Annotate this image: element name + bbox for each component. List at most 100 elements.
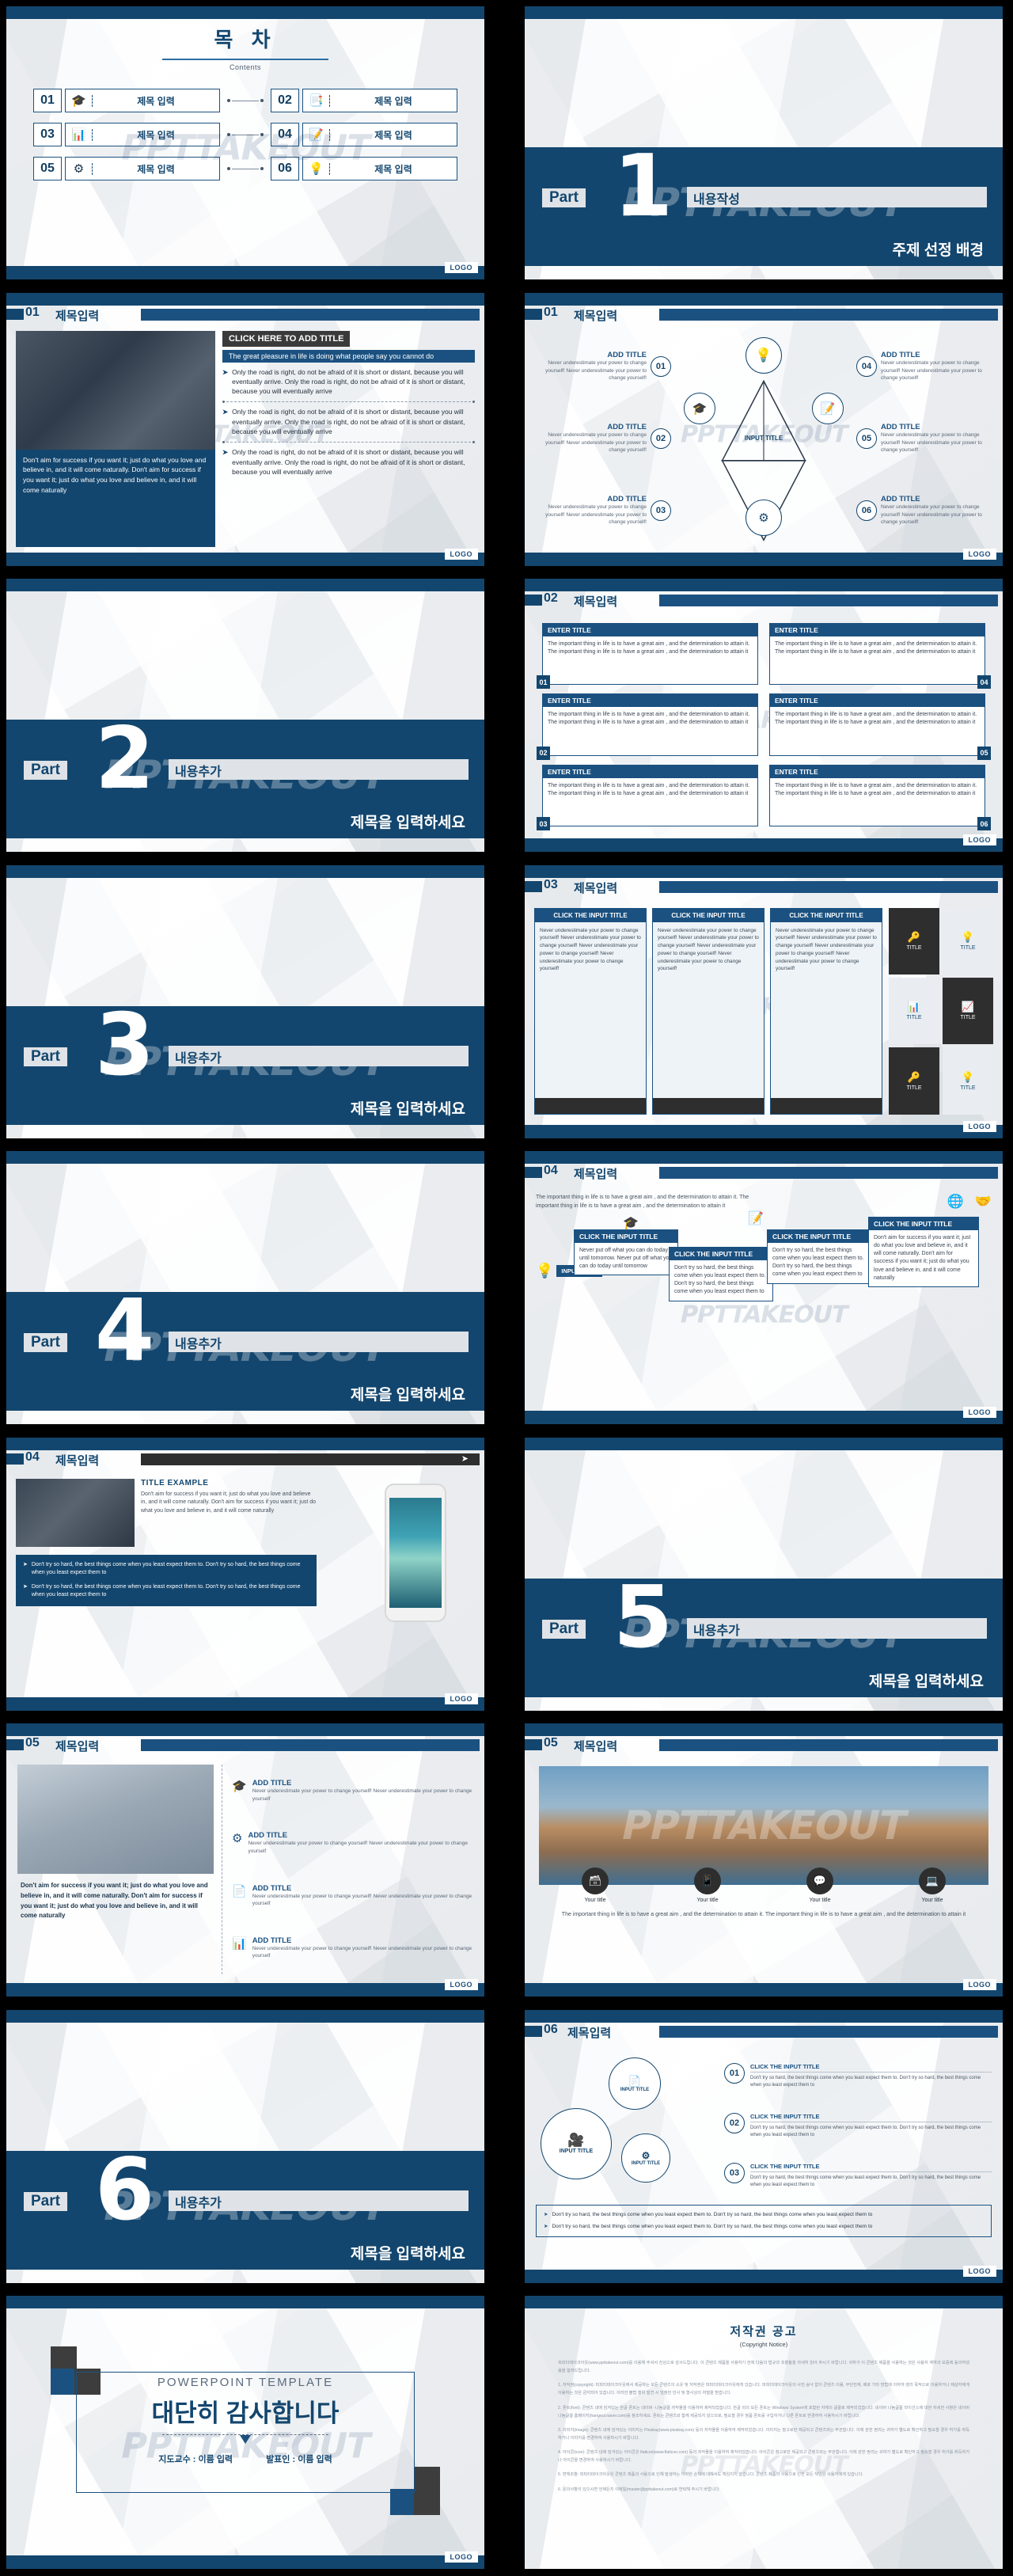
slide-03-columns[interactable]: PPTTAKEOUT 03 제목입력 CLICK THE INPUT TITLE… <box>522 861 1006 1142</box>
node-number: 02 <box>651 427 671 449</box>
slide-04-steps[interactable]: PPTTAKEOUT 04 제목입력 The important thing i… <box>522 1148 1006 1427</box>
chart-icon: 📈 <box>961 1001 975 1013</box>
row-02[interactable]: 02 CLICK THE INPUT TITLE Don't try so har… <box>724 2112 992 2139</box>
toc-item-01[interactable]: 01 🎓 제목 입력 <box>33 89 220 112</box>
connector-dots <box>220 167 271 170</box>
toc-item-03[interactable]: 03 📊 제목 입력 <box>33 123 220 146</box>
box-body: The important thing in life is to have a… <box>548 712 750 726</box>
slide-copyright[interactable]: PPTTAKEOUT 저작권 공고 (Copyright Notice) 피피티… <box>522 2293 1006 2572</box>
info-box-04[interactable]: ENTER TITLE The important thing in life … <box>769 623 991 690</box>
toc-item-04[interactable]: 04 📝 제목 입력 <box>271 123 457 146</box>
box-body: The important thing in life is to have a… <box>548 641 750 655</box>
slide-02-boxes[interactable]: PPTTAKEOUT 02 제목입력 ENTER TITLE The impor… <box>522 576 1006 855</box>
copyright-paragraph: 2. 폰트(font): 콘텐츠 내에 담겨있는 한글 폰트는 네이버 -나눔글… <box>558 2405 969 2418</box>
part-number: 6 <box>95 2140 155 2240</box>
slide-part-4[interactable]: PPTTAKEOUT Part 4 내용추가 제목을 입력하세요 <box>3 1148 488 1427</box>
feature-item-4[interactable]: 📊 ADD TITLE Never underestimate your powe… <box>232 1936 473 1960</box>
feature-item-2[interactable]: ⚙ ADD TITLE Never underestimate your powe… <box>232 1831 473 1855</box>
slide-thanks[interactable]: PPTTAKEOUT POWERPOINT TEMPLATE 대단히 감사합니다… <box>3 2293 488 2572</box>
toc-item-06[interactable]: 06 💡 제목 입력 <box>271 157 457 180</box>
bullet-marker-icon: ➤ <box>544 2223 548 2229</box>
tile-5[interactable]: 🔑 TITLE <box>889 1047 939 1115</box>
row-03[interactable]: 03 CLICK THE INPUT TITLE Don't try so har… <box>724 2163 992 2189</box>
step-box-3[interactable]: CLICK THE INPUT TITLE Don't try so hard,… <box>767 1229 871 1284</box>
part-subtitle: 제목을 입력하세요 <box>350 815 465 831</box>
tile-2[interactable]: 💡 TITLE <box>943 907 993 975</box>
slide-01-diagram[interactable]: PPTTAKEOUT 01 제목입력 ADD TITLE Never undere… <box>522 289 1006 569</box>
toc-item-05[interactable]: 05 ⚙ 제목 입력 <box>33 157 220 180</box>
photo-card[interactable]: Don't aim for success if you want it; ju… <box>16 330 215 547</box>
icon-item-3[interactable]: 💬 Your title <box>806 1867 833 1903</box>
tile-3[interactable]: 📊 TITLE <box>889 977 939 1045</box>
photo-card[interactable]: Don't aim for success if you want it; ju… <box>17 1765 214 1974</box>
header-bar <box>659 595 998 606</box>
icon-item-2[interactable]: 📱 Your title <box>694 1867 721 1903</box>
node-04[interactable]: 04 ADD TITLE Never underestimate your pow… <box>856 351 995 382</box>
slide-cell: PPTTAKEOUT 저작권 공고 (Copyright Notice) 피피티… <box>488 2289 1013 2576</box>
slide-part-5[interactable]: PPTTAKEOUT Part 5 내용추가 제목을 입력하세요 <box>522 1434 1006 1714</box>
circle-1[interactable]: 📄 INPUT TITLE <box>609 2057 661 2110</box>
column-card-2[interactable]: CLICK THE INPUT TITLE Never underestimat… <box>652 907 764 1115</box>
slide-06-circles[interactable]: 06 제목입력 🎥 INPUT TITLE 📄 INPUT TITLE ⚙ IN… <box>522 2006 1006 2286</box>
tile-6[interactable]: 💡 TITLE <box>943 1047 993 1115</box>
logo: LOGO <box>444 1979 478 1990</box>
header-tab <box>6 1453 24 1465</box>
icon-item-4[interactable]: 💻 Your title <box>919 1867 946 1903</box>
box-body: The important thing in life is to have a… <box>775 712 977 726</box>
slide-part-3[interactable]: PPTTAKEOUT Part 3 내용추가 제목을 입력하세요 <box>3 861 488 1142</box>
part-korean-title: 내용작성 <box>687 187 987 207</box>
tile-label: TITLE <box>906 1085 922 1091</box>
info-box-05[interactable]: ENTER TITLE The important thing in life … <box>769 693 991 760</box>
info-box-03[interactable]: ENTER TITLE The important thing in life … <box>537 764 758 830</box>
part-subtitle: 제목을 입력하세요 <box>350 1100 465 1118</box>
node-03[interactable]: ADD TITLE Never underestimate your power … <box>533 495 671 526</box>
info-box-06[interactable]: ENTER TITLE The important thing in life … <box>769 764 991 830</box>
node-02[interactable]: ADD TITLE Never underestimate your power … <box>533 423 671 454</box>
slide-part-2[interactable]: PPTTAKEOUT Part 2 내용추가 제목을 입력하세요 <box>3 576 488 855</box>
slide-header: 06 제목입력 <box>525 2023 1003 2043</box>
icon-item-1[interactable]: 🗃 Your title <box>582 1867 609 1903</box>
feature-item-1[interactable]: 🎓 ADD TITLE Never underestimate your powe… <box>232 1779 473 1803</box>
node-05[interactable]: 05 ADD TITLE Never underestimate your pow… <box>856 423 995 454</box>
node-06[interactable]: 06 ADD TITLE Never underestimate your pow… <box>856 495 995 526</box>
example-title: TITLE EXAMPLE <box>141 1478 209 1487</box>
circle-2[interactable]: ⚙ INPUT TITLE <box>621 2133 670 2183</box>
column-card-3[interactable]: CLICK THE INPUT TITLE Never underestimat… <box>770 907 882 1115</box>
header-number: 05 <box>25 1736 40 1750</box>
slide-cell: 05 제목입력 Don't aim for success if you wan… <box>0 1717 488 2004</box>
feature-body: Never underestimate your power to change… <box>252 1788 472 1802</box>
slide-05-city[interactable]: 05 제목입력 PPTTAKEOUT 🗃 Your title 📱 Your t… <box>522 1720 1006 2000</box>
info-box-02[interactable]: ENTER TITLE The important thing in life … <box>537 693 758 760</box>
top-bar <box>6 864 484 878</box>
note-pen-icon: 📝 <box>812 392 844 424</box>
toc-item-02[interactable]: 02 📑 제목 입력 <box>271 89 457 112</box>
slide-01-photo-text[interactable]: PPTTAKEOUT 01 제목입력 Don't aim for success… <box>3 289 488 569</box>
logo: LOGO <box>962 548 996 560</box>
tile-4[interactable]: 📈 TITLE <box>943 977 993 1045</box>
slide-04-example[interactable]: 04 제목입력 ➤ TITLE EXAMPLE Don't aim for su… <box>3 1434 488 1714</box>
bullet-item: ➤ Only the road is right, do not be afrai… <box>222 367 475 397</box>
node-number: 04 <box>856 355 877 377</box>
tile-1[interactable]: 🔑 TITLE <box>889 907 939 975</box>
slide-05-list[interactable]: 05 제목입력 Don't aim for success if you wan… <box>3 1720 488 2000</box>
slide-toc[interactable]: PPTTAKEOUT 목 차 Contents 01 🎓 제목 입력 02 📑 제목… <box>3 3 488 283</box>
column-card-1[interactable]: CLICK THE INPUT TITLE Never underestimat… <box>534 907 647 1115</box>
chevron-right-icon[interactable]: ➤ <box>461 1453 469 1464</box>
footer-panel: ➤ Don't try so hard, the best things come… <box>536 2204 992 2237</box>
click-title[interactable]: CLICK HERE TO ADD TITLE <box>222 330 351 347</box>
bottom-bar: LOGO <box>525 1120 1003 1138</box>
slide-part-6[interactable]: PPTTAKEOUT Part 6 내용추가 제목을 입력하세요 <box>3 2006 488 2286</box>
step-box-1[interactable]: CLICK THE INPUT TITLE Never put off what… <box>574 1229 678 1276</box>
header-number: 03 <box>544 877 558 891</box>
circle-3[interactable]: 🎥 INPUT TITLE <box>541 2107 612 2179</box>
row-01[interactable]: 01 CLICK THE INPUT TITLE Don't try so har… <box>724 2062 992 2089</box>
text-column: CLICK HERE TO ADD TITLE The great pleasu… <box>222 330 475 547</box>
step-box-4[interactable]: CLICK THE INPUT TITLE Don't aim for succ… <box>868 1217 979 1287</box>
feature-item-3[interactable]: 📄 ADD TITLE Never underestimate your powe… <box>232 1884 473 1908</box>
step-box-2[interactable]: CLICK THE INPUT TITLE Don't try so hard,… <box>669 1247 773 1301</box>
slide-part-1[interactable]: PPTTAKEOUT Part 1 내용작성 주제 선정 배경 <box>522 3 1006 283</box>
node-01[interactable]: ADD TITLE Never underestimate your power … <box>533 351 671 382</box>
top-bar <box>6 2009 484 2023</box>
info-box-01[interactable]: ENTER TITLE The important thing in life … <box>537 623 758 690</box>
gear-person-icon: ⚙ <box>746 499 782 536</box>
